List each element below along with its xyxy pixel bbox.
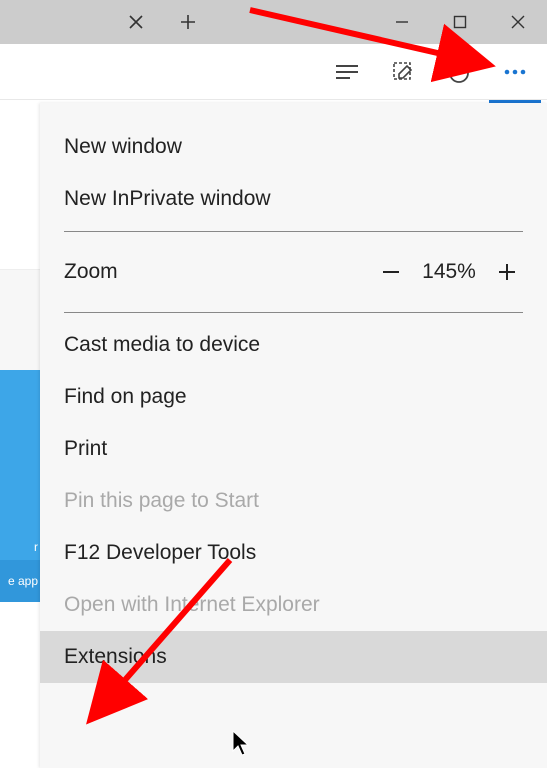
zoom-out-button[interactable] (369, 250, 413, 294)
maximize-button[interactable] (431, 0, 489, 44)
minimize-button[interactable] (373, 0, 431, 44)
menu-extensions[interactable]: Extensions (40, 631, 547, 683)
menu-print[interactable]: Print (40, 423, 547, 475)
menu-cast[interactable]: Cast media to device (40, 319, 547, 371)
close-tab-button[interactable] (110, 0, 162, 44)
menu-new-window[interactable]: New window (40, 121, 547, 173)
more-button[interactable] (489, 50, 541, 94)
background-text: r (2, 540, 38, 556)
hub-icon[interactable] (321, 50, 373, 94)
menu-separator (64, 231, 523, 232)
zoom-label: Zoom (64, 260, 369, 284)
menu-zoom-row: Zoom 145% (40, 238, 547, 306)
menu-pin-to-start: Pin this page to Start (40, 475, 547, 527)
share-icon[interactable] (433, 50, 485, 94)
settings-menu: New window New InPrivate window Zoom 145… (40, 103, 547, 768)
tab-area (0, 0, 214, 44)
zoom-in-button[interactable] (485, 250, 529, 294)
close-window-button[interactable] (489, 0, 547, 44)
menu-find[interactable]: Find on page (40, 371, 547, 423)
menu-new-inprivate[interactable]: New InPrivate window (40, 173, 547, 225)
page-background-left: r e app (0, 100, 40, 768)
menu-separator (64, 312, 523, 313)
webnote-icon[interactable] (377, 50, 429, 94)
menu-devtools[interactable]: F12 Developer Tools (40, 527, 547, 579)
window-titlebar (0, 0, 547, 44)
zoom-value: 145% (413, 260, 485, 284)
toolbar (0, 44, 547, 100)
new-tab-button[interactable] (162, 0, 214, 44)
menu-open-ie: Open with Internet Explorer (40, 579, 547, 631)
get-app-banner[interactable]: e app (0, 560, 40, 602)
